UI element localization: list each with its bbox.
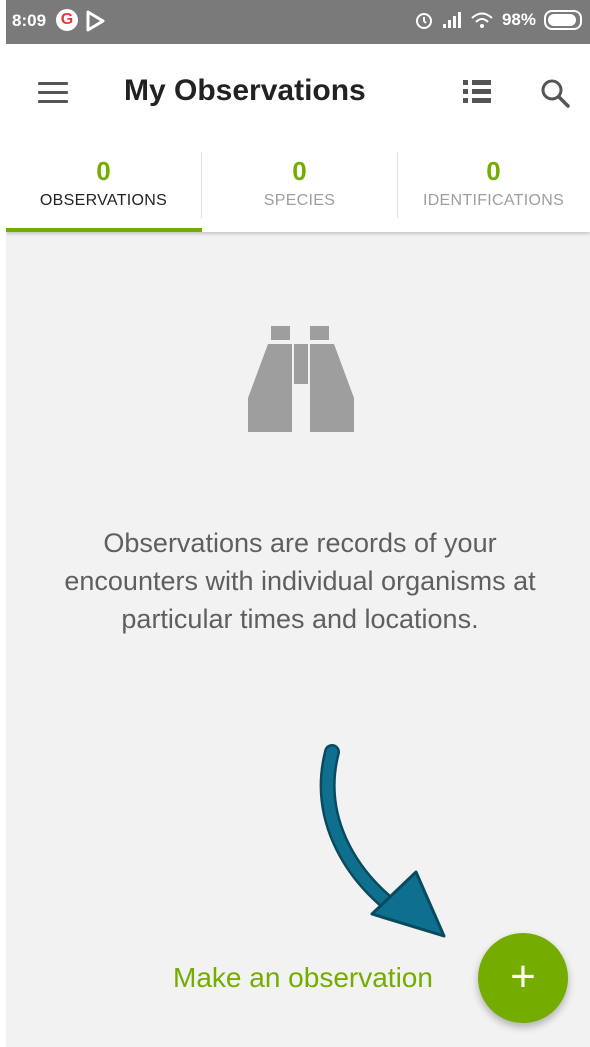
- observations-count: 0: [96, 156, 111, 186]
- tab-species-label: SPECIES: [263, 192, 336, 209]
- add-observation-button[interactable]: +: [478, 933, 568, 1023]
- app-bar: My Observations: [6, 44, 590, 144]
- active-tab-indicator: [6, 228, 202, 232]
- list-view-icon[interactable]: [463, 80, 491, 104]
- curved-arrow-icon: [319, 744, 446, 938]
- signal-icon: [442, 12, 461, 28]
- alarm-icon: [415, 13, 432, 29]
- wifi-icon: [471, 12, 493, 28]
- google-icon: G: [56, 9, 78, 31]
- battery-percent: 98%: [501, 10, 536, 29]
- identifications-count: 0: [486, 156, 501, 186]
- menu-icon[interactable]: [38, 82, 68, 104]
- tab-species[interactable]: 0 SPECIES: [202, 144, 397, 232]
- empty-state-message: Observations are records of your encount…: [64, 528, 536, 634]
- status-bar: 8:09 G 98%: [6, 0, 590, 44]
- tab-identifications[interactable]: 0 IDENTIFICATIONS: [396, 144, 590, 232]
- page-title: My Observations: [124, 74, 366, 107]
- play-store-icon: [86, 10, 105, 32]
- tab-observations-label: OBSERVATIONS: [39, 192, 168, 209]
- binoculars-icon: [248, 326, 354, 432]
- tab-identifications-label: IDENTIFICATIONS: [422, 192, 565, 209]
- app-screen: 8:09 G 98% My Observations 0 OBSERVATION…: [6, 0, 590, 1047]
- status-time: 8:09: [12, 11, 47, 30]
- search-icon[interactable]: [540, 78, 570, 108]
- battery-icon: [544, 10, 582, 30]
- make-observation-label[interactable]: Make an observation: [173, 962, 433, 994]
- tab-observations[interactable]: 0 OBSERVATIONS: [6, 144, 202, 232]
- species-count: 0: [292, 156, 307, 186]
- tab-bar: 0 OBSERVATIONS 0 SPECIES 0 IDENTIFICATIO…: [6, 144, 590, 232]
